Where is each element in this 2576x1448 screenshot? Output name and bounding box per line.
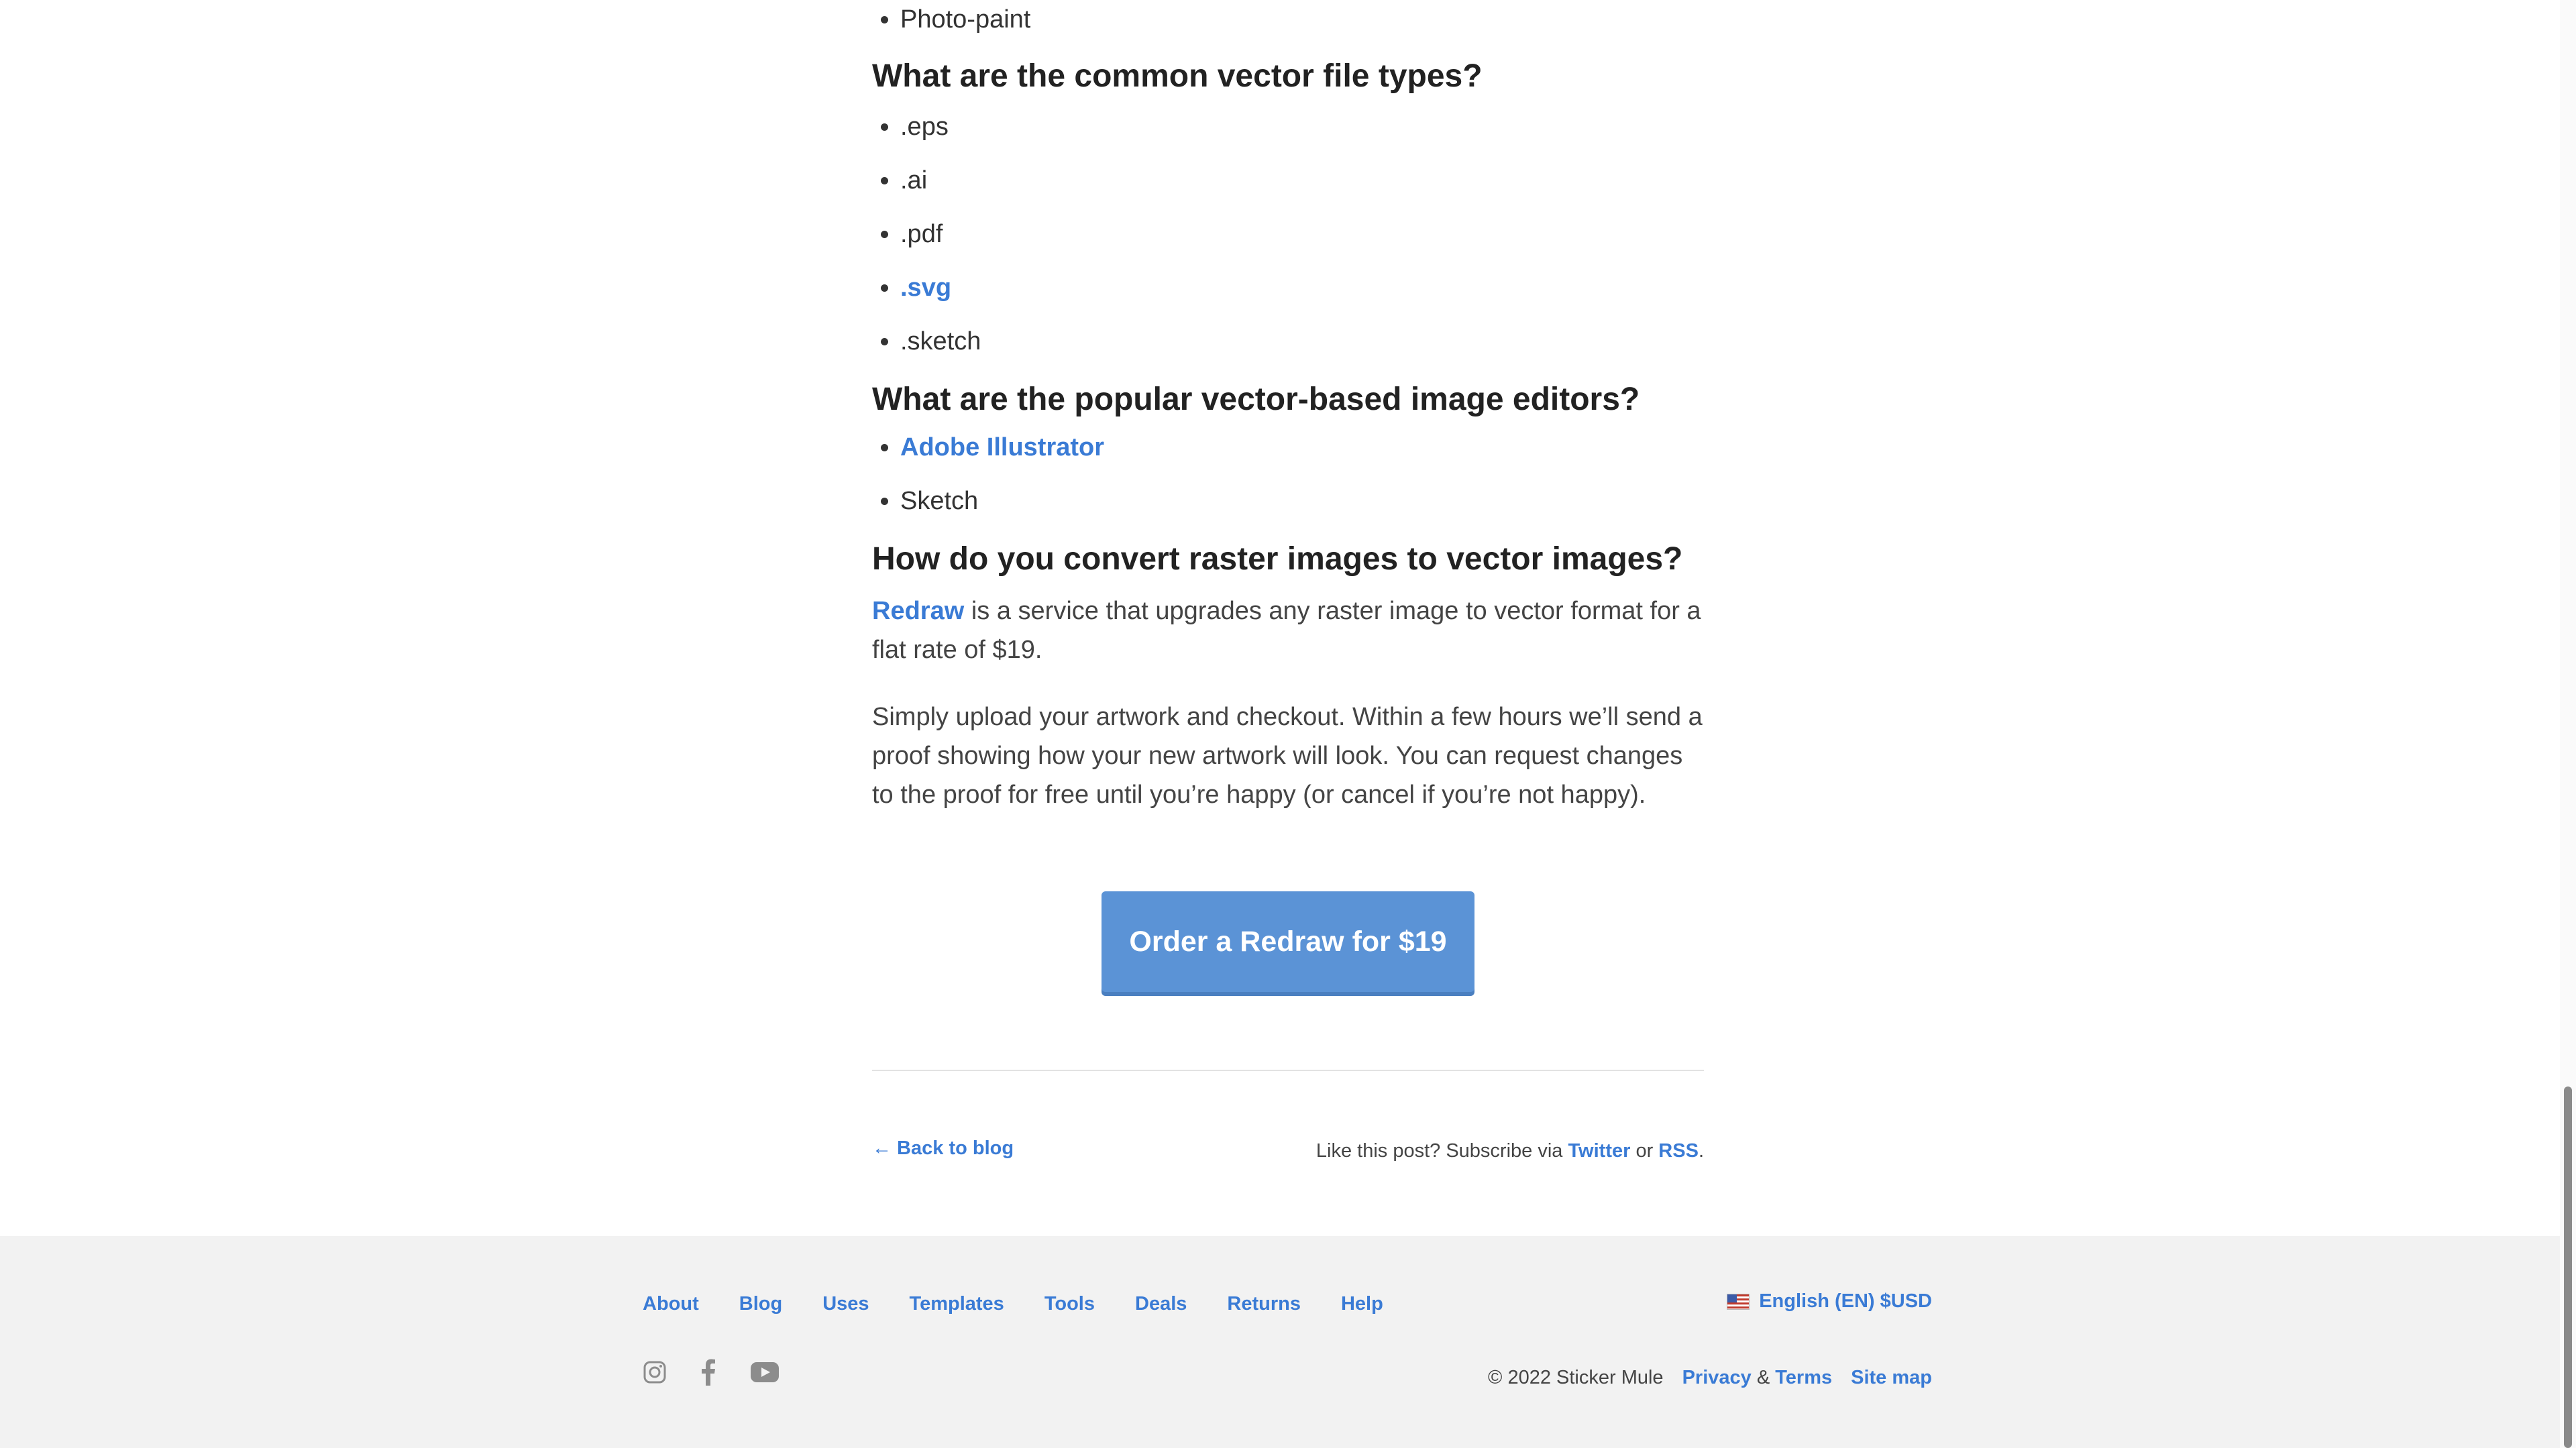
list-item: Photo-paint <box>900 4 1704 35</box>
list-item-label: .ai <box>900 166 928 194</box>
locale-selector[interactable]: English (EN) $USD <box>1727 1290 1932 1313</box>
list-item-label: .eps <box>900 113 949 141</box>
twitter-link[interactable]: Twitter <box>1568 1140 1630 1162</box>
copyright-row: © 2022 Sticker Mule Privacy & Terms Site… <box>1488 1367 1932 1389</box>
list-item-label: Sketch <box>900 487 979 515</box>
convert-paragraph-1: Redraw is a service that upgrades any ra… <box>872 592 1704 669</box>
legal-links: Privacy & Terms <box>1682 1367 1833 1389</box>
svg-link[interactable]: .svg <box>900 274 951 302</box>
locale-label: English (EN) $USD <box>1759 1290 1932 1312</box>
list-item-label: .sketch <box>900 327 981 355</box>
subscribe-or-text: or <box>1630 1140 1659 1162</box>
software-list: Photo-paint <box>872 4 1704 35</box>
us-flag-icon <box>1727 1293 1750 1310</box>
subscribe-line: Like this post? Subscribe via Twitter or… <box>1316 1140 1704 1162</box>
footer-nav: About Blog Uses Templates Tools Deals Re… <box>643 1293 1383 1315</box>
facebook-icon[interactable] <box>700 1359 716 1386</box>
rss-link[interactable]: RSS <box>1658 1140 1699 1162</box>
editors-list: Adobe Illustrator Sketch <box>872 432 1704 516</box>
footer-link-uses[interactable]: Uses <box>822 1293 869 1315</box>
list-item: .sketch <box>900 326 1704 357</box>
page: Photo-paint What are the common vector f… <box>0 0 2576 1448</box>
list-item: Adobe Illustrator <box>900 432 1704 463</box>
list-item: .svg <box>900 272 1704 303</box>
footer-link-tools[interactable]: Tools <box>1044 1293 1095 1315</box>
redraw-link[interactable]: Redraw <box>872 597 964 625</box>
instagram-icon[interactable] <box>643 1360 667 1384</box>
youtube-icon[interactable] <box>750 1361 780 1383</box>
privacy-link[interactable]: Privacy <box>1682 1367 1752 1388</box>
footer-link-deals[interactable]: Deals <box>1135 1293 1187 1315</box>
order-redraw-button[interactable]: Order a Redraw for $19 <box>1102 891 1474 992</box>
list-item-label: Photo-paint <box>900 5 1031 34</box>
legal-amp: & <box>1751 1367 1776 1388</box>
footer-link-returns[interactable]: Returns <box>1227 1293 1301 1315</box>
subscribe-period: . <box>1698 1140 1704 1162</box>
terms-link[interactable]: Terms <box>1775 1367 1832 1388</box>
footer-link-templates[interactable]: Templates <box>910 1293 1004 1315</box>
scrollbar-thumb[interactable] <box>2564 1087 2572 1448</box>
list-item: Sketch <box>900 486 1704 516</box>
list-item-label: .pdf <box>900 220 943 248</box>
footer-link-about[interactable]: About <box>643 1293 699 1315</box>
article-body: Photo-paint What are the common vector f… <box>872 0 1704 814</box>
footer-link-help[interactable]: Help <box>1341 1293 1383 1315</box>
convert-heading: How do you convert raster images to vect… <box>872 541 1683 577</box>
paragraph-text: is a service that upgrades any raster im… <box>872 597 1701 664</box>
editors-heading: What are the popular vector-based image … <box>872 382 1640 417</box>
list-item: .ai <box>900 165 1704 196</box>
vector-types-list: .eps .ai .pdf .svg .sketch <box>872 111 1704 357</box>
list-item: .eps <box>900 111 1704 142</box>
social-links <box>643 1359 780 1386</box>
divider <box>872 1070 1704 1071</box>
site-map-link[interactable]: Site map <box>1851 1367 1932 1389</box>
copyright-text: © 2022 Sticker Mule <box>1488 1367 1664 1388</box>
vertical-scrollbar[interactable] <box>2560 0 2576 1448</box>
vector-types-heading: What are the common vector file types? <box>872 58 1483 94</box>
back-to-blog-link[interactable]: ← Back to blog <box>872 1137 1014 1160</box>
subscribe-text: Like this post? Subscribe via <box>1316 1140 1568 1162</box>
convert-paragraph-2: Simply upload your artwork and checkout.… <box>872 703 1703 809</box>
adobe-illustrator-link[interactable]: Adobe Illustrator <box>900 433 1104 461</box>
site-footer <box>0 1236 2576 1448</box>
list-item: .pdf <box>900 219 1704 249</box>
footer-link-blog[interactable]: Blog <box>739 1293 782 1315</box>
